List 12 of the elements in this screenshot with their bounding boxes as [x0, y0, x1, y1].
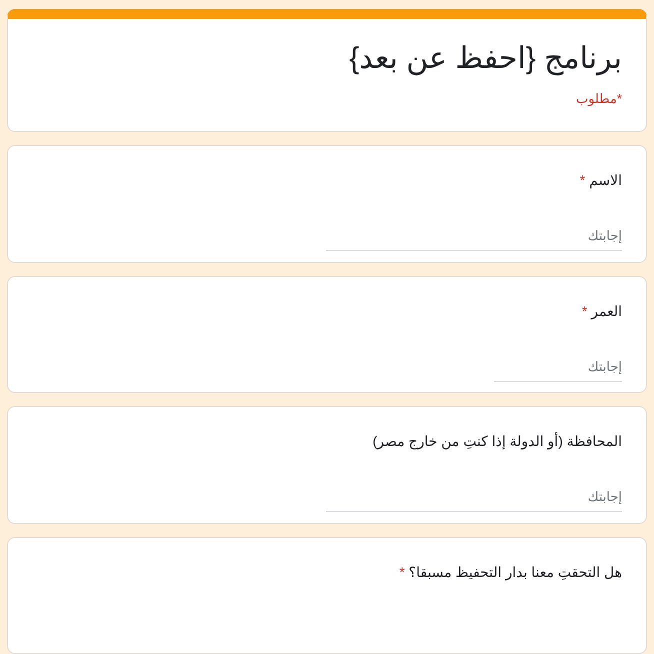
required-mark: *: [399, 564, 405, 580]
form-title: برنامج {احفظ عن بعد}: [348, 41, 622, 78]
answer-field[interactable]: إجابتك: [494, 352, 622, 382]
question-label: العمر *: [580, 302, 622, 320]
question-label: هل التحقتِ معنا بدار التحفيظ مسبقا؟ *: [398, 562, 622, 582]
question-label: الاسم *: [578, 171, 622, 190]
required-note: *مطلوب: [575, 91, 622, 107]
required-mark: *: [582, 302, 588, 318]
question-label: المحافظة (أو الدولة إذا كنتِ من خارج مصر): [372, 431, 622, 451]
answer-field[interactable]: إجابتك: [326, 222, 622, 251]
answer-field[interactable]: إجابتك: [326, 483, 622, 512]
required-mark: *: [580, 172, 586, 188]
